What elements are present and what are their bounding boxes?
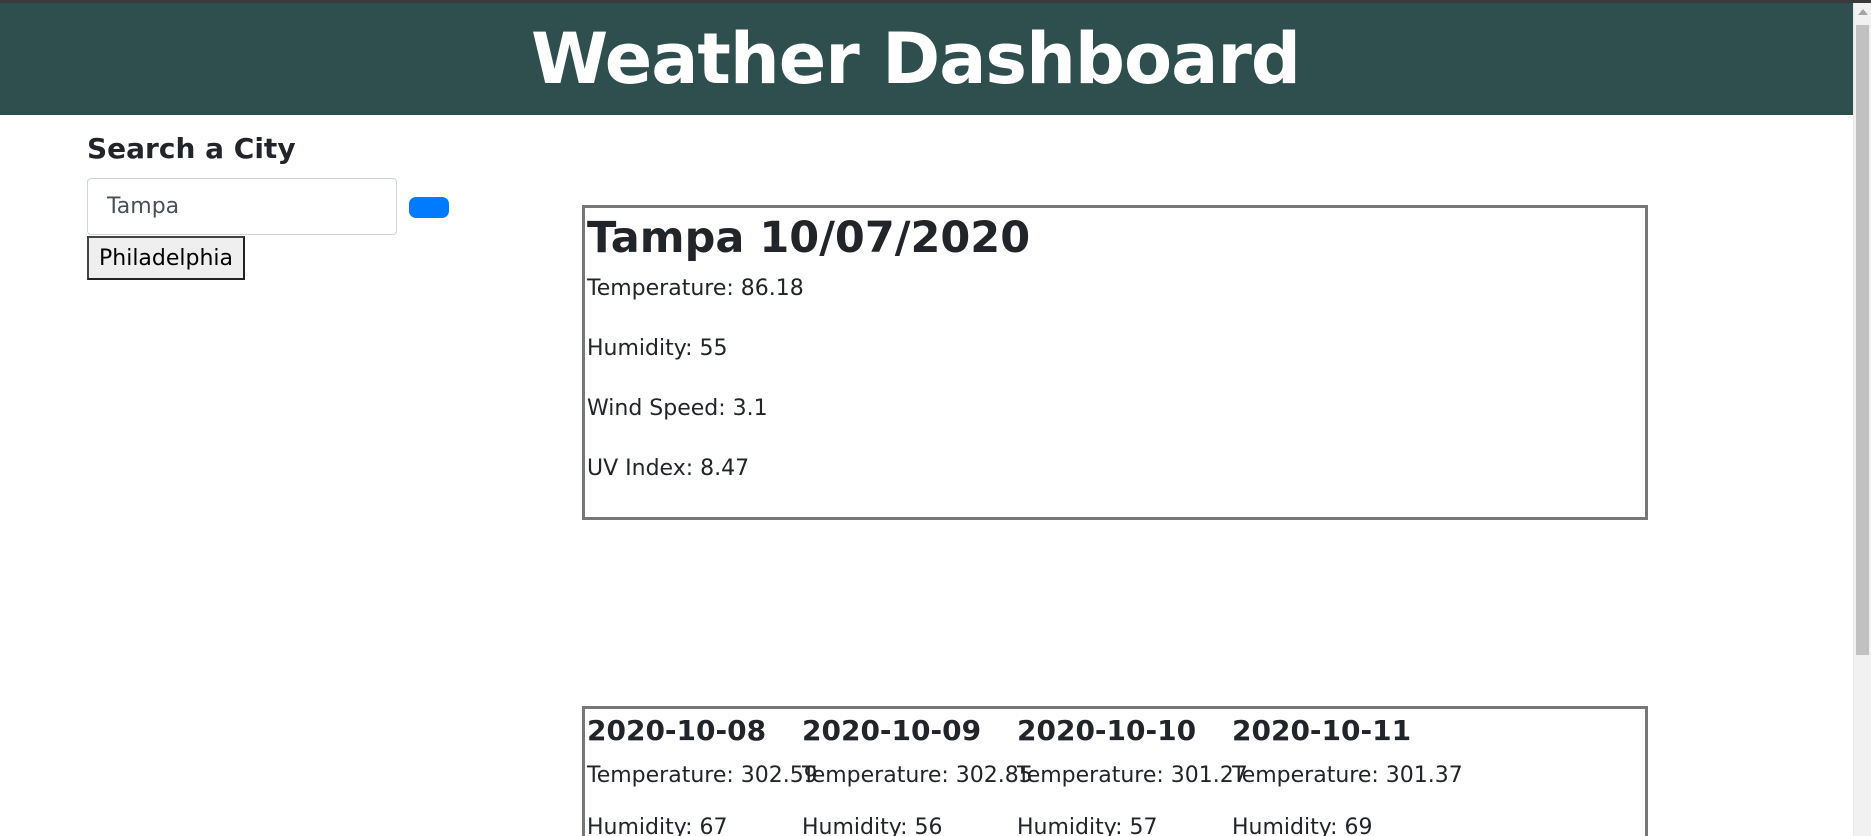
current-uv-index: UV Index: 8.47	[587, 455, 750, 481]
vertical-scrollbar[interactable]	[1853, 3, 1871, 836]
current-city-date: Tampa 10/07/2020	[587, 213, 1031, 263]
search-heading: Search a City	[87, 132, 296, 165]
search-button[interactable]	[409, 197, 449, 218]
triangle-up-icon[interactable]	[1858, 9, 1868, 15]
current-temperature: Temperature: 86.18	[587, 275, 804, 301]
page: Weather Dashboard Search a City Philadel…	[0, 0, 1871, 836]
forecast-temperature: Temperature: 302.85	[802, 762, 1033, 788]
app-header: Weather Dashboard	[0, 3, 1853, 115]
forecast-date: 2020-10-08	[587, 714, 767, 747]
current-weather-card: Tampa 10/07/2020 Temperature: 86.18 Humi…	[582, 205, 1648, 520]
current-wind-speed: Wind Speed: 3.1	[587, 395, 768, 421]
forecast-card: 2020-10-08 Temperature: 302.59 Humidity:…	[582, 706, 1648, 836]
forecast-humidity: Humidity: 69	[1232, 814, 1373, 836]
forecast-humidity: Humidity: 56	[802, 814, 943, 836]
page-title: Weather Dashboard	[531, 18, 1301, 100]
forecast-humidity: Humidity: 67	[587, 814, 728, 836]
forecast-temperature: Temperature: 301.27	[1017, 762, 1248, 788]
current-humidity: Humidity: 55	[587, 335, 728, 361]
forecast-day: 2020-10-09 Temperature: 302.85 Humidity:…	[802, 709, 1033, 836]
history-city-button[interactable]: Philadelphia	[87, 236, 246, 280]
forecast-date: 2020-10-10	[1017, 714, 1197, 747]
forecast-humidity: Humidity: 57	[1017, 814, 1158, 836]
city-search-input[interactable]	[87, 178, 397, 235]
forecast-day: 2020-10-08 Temperature: 302.59 Humidity:…	[587, 709, 818, 836]
forecast-temperature: Temperature: 301.37	[1232, 762, 1463, 788]
forecast-day: 2020-10-10 Temperature: 301.27 Humidity:…	[1017, 709, 1248, 836]
scrollbar-thumb[interactable]	[1856, 25, 1869, 655]
forecast-date: 2020-10-11	[1232, 714, 1412, 747]
forecast-date: 2020-10-09	[802, 714, 982, 747]
forecast-temperature: Temperature: 302.59	[587, 762, 818, 788]
forecast-day: 2020-10-11 Temperature: 301.37 Humidity:…	[1232, 709, 1463, 836]
